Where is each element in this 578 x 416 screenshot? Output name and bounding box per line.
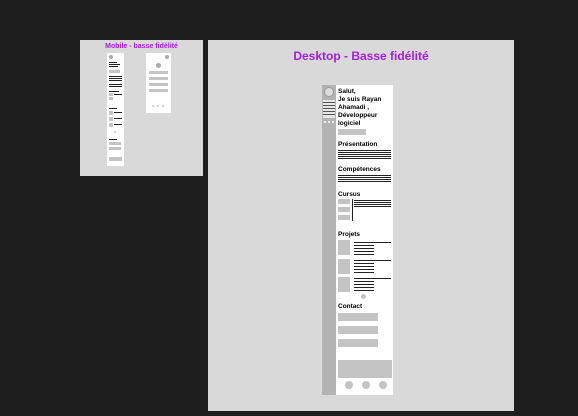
- wireframe-content: Salut, Je suis Rayan Ahamadi , Développe…: [336, 85, 393, 395]
- greeting-line-4: Développeur: [338, 112, 378, 119]
- social-icon[interactable]: [362, 381, 370, 389]
- project-thumb: [338, 277, 350, 292]
- desktop-frame-title: Desktop - Basse fidélité: [293, 49, 429, 63]
- avatar: [324, 87, 334, 97]
- wireframe-sidebar: [322, 85, 336, 395]
- social-icon[interactable]: [379, 381, 387, 389]
- project-thumb: [338, 240, 350, 255]
- mobile-screen-main: [107, 53, 124, 166]
- section-title-presentation: Présentation: [338, 141, 378, 148]
- mobile-screen-menu: [146, 53, 171, 113]
- contact-field[interactable]: [338, 339, 378, 347]
- greeting-line-2: Je suis Rayan: [338, 96, 382, 103]
- section-title-competences: Compétences: [338, 166, 381, 173]
- footer-block: [338, 360, 392, 378]
- section-title-contact: Contact: [338, 303, 363, 310]
- greeting-line-3: Ahamadi ,: [338, 104, 370, 111]
- project-thumb: [338, 259, 350, 274]
- social-icon[interactable]: [345, 381, 353, 389]
- section-title-projets: Projets: [338, 231, 361, 238]
- contact-field[interactable]: [338, 326, 378, 334]
- mobile-frame-title: Mobile - basse fidélité: [105, 43, 178, 50]
- contact-field[interactable]: [338, 313, 378, 321]
- greeting-line-1: Salut,: [338, 88, 356, 95]
- cta-button[interactable]: [338, 129, 366, 135]
- section-title-cursus: Cursus: [338, 191, 361, 198]
- pagination-dot[interactable]: [361, 294, 366, 299]
- greeting-line-5: logiciel: [338, 120, 361, 127]
- mobile-frame[interactable]: Mobile - basse fidélité: [80, 40, 203, 176]
